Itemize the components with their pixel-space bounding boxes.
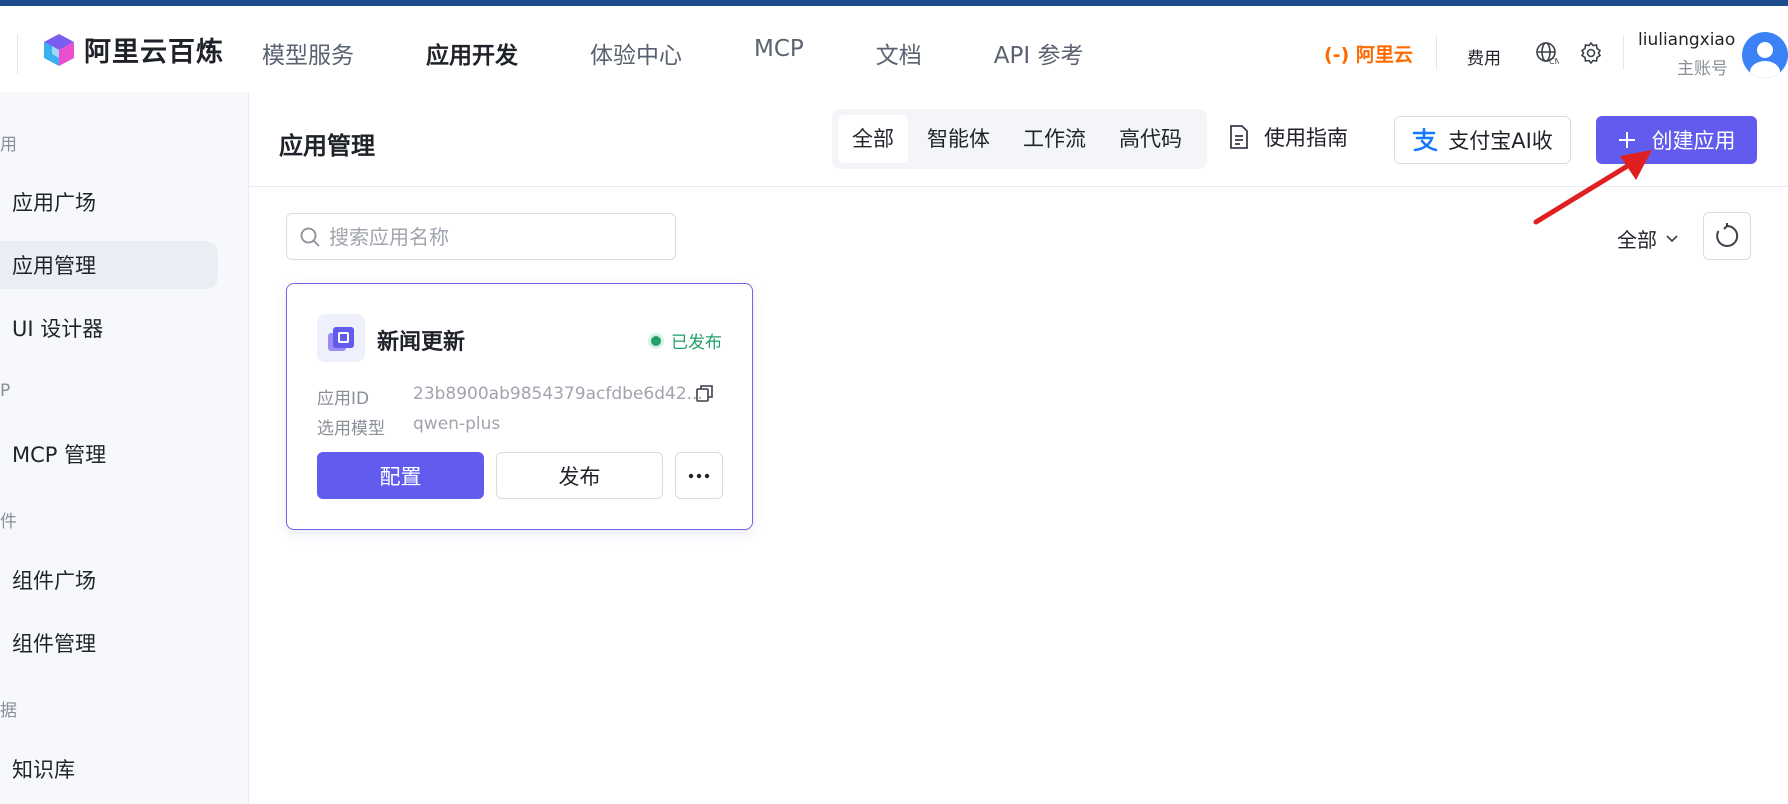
tab-agent[interactable]: 智能体 (913, 115, 1004, 163)
sidebar-group-data: 据 (0, 701, 17, 721)
bailian-logo-icon (44, 33, 74, 66)
nav-mcp[interactable]: MCP (754, 36, 804, 70)
publish-button[interactable]: 发布 (496, 452, 663, 499)
search-icon (300, 227, 320, 247)
filter-label: 全部 (1617, 228, 1657, 252)
model-label: 选用模型 (317, 419, 385, 439)
sidebar-group-mcp: P (0, 381, 11, 401)
status-dot (651, 335, 661, 346)
nav-api-reference[interactable]: API 参考 (994, 36, 1084, 70)
type-tabs: 全部 智能体 工作流 高代码 (832, 109, 1207, 169)
avatar[interactable] (1742, 32, 1788, 78)
user-info[interactable]: liuliangxiao 主账号 (1638, 30, 1736, 79)
settings-gear-icon[interactable] (1578, 40, 1604, 66)
alipay-icon (1412, 128, 1438, 152)
sidebar-group-component: 件 (0, 512, 17, 532)
app-icon (317, 314, 365, 362)
user-role: 主账号 (1677, 59, 1728, 79)
search-box[interactable] (286, 213, 676, 260)
sidebar-item-component-square[interactable]: 组件广场 (0, 556, 218, 604)
status-filter-dropdown[interactable]: 全部 (1617, 224, 1679, 253)
nav-app-dev[interactable]: 应用开发 (426, 36, 518, 70)
sidebar-item-app-square[interactable]: 应用广场 (0, 178, 218, 226)
tab-high-code[interactable]: 高代码 (1105, 115, 1196, 163)
sidebar-group-app: 用 (0, 135, 17, 155)
document-icon (1230, 125, 1248, 149)
chevron-down-icon (1666, 234, 1678, 242)
sidebar-item-knowledge-base[interactable]: 知识库 (0, 745, 218, 793)
status-label: 已发布 (671, 333, 722, 353)
annotation-arrow (1533, 150, 1652, 225)
logo-text: 阿里云百炼 (84, 37, 224, 68)
page-title: 应用管理 (279, 132, 375, 160)
header-separator (1623, 36, 1624, 70)
fee-link[interactable]: 费用 (1467, 44, 1501, 69)
sidebar-item-mcp-management[interactable]: MCP 管理 (0, 430, 218, 478)
app-card[interactable]: 新闻更新 已发布 应用ID 23b8900ab9854379acfdbe6d42… (286, 283, 753, 530)
sidebar-item-app-management[interactable]: 应用管理 (0, 241, 218, 289)
sidebar-item-ui-designer[interactable]: UI 设计器 (0, 304, 218, 352)
more-options-button[interactable] (675, 452, 723, 499)
status-badge: 已发布 (651, 328, 722, 353)
usage-guide-link[interactable]: 使用指南 (1228, 122, 1348, 152)
usage-guide-label: 使用指南 (1264, 126, 1348, 150)
model-value: qwen-plus (413, 414, 501, 434)
header-separator (1436, 36, 1437, 70)
tab-workflow[interactable]: 工作流 (1009, 115, 1100, 163)
search-input[interactable] (329, 224, 659, 249)
nav-experience-center[interactable]: 体验中心 (590, 36, 682, 70)
top-header: 阿里云百炼 模型服务 应用开发 体验中心 MCP 文档 API 参考 (-) 阿… (0, 6, 1788, 92)
sidebar: 用 应用广场 应用管理 UI 设计器 P MCP 管理 件 组件广场 组件管理 … (0, 92, 249, 804)
top-nav: 模型服务 应用开发 体验中心 MCP 文档 API 参考 (262, 36, 1155, 70)
config-button[interactable]: 配置 (317, 452, 484, 499)
sidebar-item-component-management[interactable]: 组件管理 (0, 619, 218, 667)
header-divider (17, 34, 18, 74)
logo[interactable]: 阿里云百炼 (44, 30, 224, 69)
create-app-label: 创建应用 (1651, 129, 1736, 153)
nav-model-service[interactable]: 模型服务 (262, 36, 354, 70)
app-name: 新闻更新 (377, 330, 466, 355)
refresh-button[interactable] (1703, 212, 1751, 260)
refresh-icon (1716, 223, 1739, 247)
nav-docs[interactable]: 文档 (876, 36, 922, 70)
tab-all[interactable]: 全部 (838, 115, 908, 163)
language-icon[interactable]: CN (1534, 40, 1560, 66)
aliyun-link[interactable]: (-) 阿里云 (1324, 40, 1413, 67)
app-id-value: 23b8900ab9854379acfdbe6d42... (413, 384, 703, 404)
app-id-label: 应用ID (317, 389, 370, 409)
user-name: liuliangxiao (1638, 30, 1736, 50)
copy-icon[interactable] (696, 384, 714, 406)
plus-icon (1618, 132, 1635, 148)
svg-text:CN: CN (1549, 57, 1559, 65)
ellipsis-icon (688, 473, 710, 478)
